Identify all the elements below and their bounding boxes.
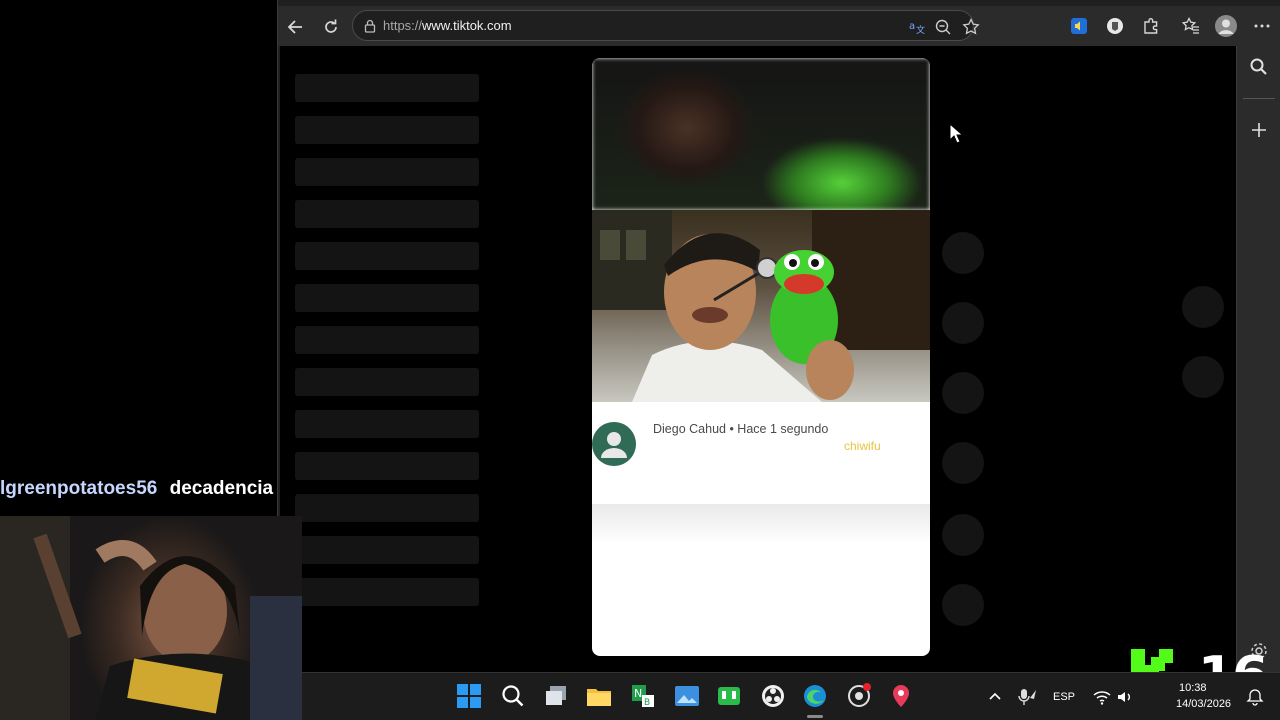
svg-text:N: N xyxy=(634,687,642,700)
maps-pin-icon[interactable] xyxy=(888,683,914,709)
url-text: https://www.tiktok.com xyxy=(383,18,512,33)
notebook-app-icon[interactable]: NB xyxy=(630,683,656,709)
chevron-up-icon[interactable] xyxy=(986,688,1004,706)
page-viewport: Diego Cahud • Hace 1 segundo chiwifu xyxy=(280,46,1236,672)
skeleton-row xyxy=(295,242,479,270)
skeleton-row xyxy=(295,284,479,312)
comment-author-line: Diego Cahud • Hace 1 segundo xyxy=(653,422,829,436)
lock-icon[interactable] xyxy=(362,18,378,34)
video-card[interactable]: Diego Cahud • Hace 1 segundo chiwifu xyxy=(592,58,930,656)
skeleton-row xyxy=(295,536,479,564)
webcam-feed xyxy=(0,516,302,720)
add-icon[interactable] xyxy=(1249,120,1269,140)
skeleton-row xyxy=(295,74,479,102)
action-button-placeholder[interactable] xyxy=(942,584,984,626)
video-blurred-frame xyxy=(592,58,930,210)
more-icon[interactable] xyxy=(1252,16,1272,36)
commenter-avatar-icon[interactable] xyxy=(592,422,636,466)
file-explorer-icon[interactable] xyxy=(586,683,612,709)
chat-text: decadencia xyxy=(169,478,274,499)
nav-button-placeholder[interactable] xyxy=(1182,356,1224,398)
action-button-placeholder[interactable] xyxy=(942,232,984,274)
skeleton-row xyxy=(295,494,479,522)
screen: https://www.tiktok.com a文 Diego Cahud • … xyxy=(0,0,1280,720)
wifi-icon[interactable] xyxy=(1092,687,1112,707)
skeleton-row xyxy=(295,116,479,144)
mouse-cursor-icon xyxy=(949,123,963,144)
skeleton-row xyxy=(295,578,479,606)
obs-icon[interactable] xyxy=(760,683,786,709)
favorites-icon[interactable] xyxy=(1181,16,1201,36)
recorder-icon[interactable] xyxy=(846,683,872,709)
address-bar[interactable]: https://www.tiktok.com a文 xyxy=(352,10,980,41)
edge-active-indicator xyxy=(807,715,823,718)
chat-username: lgreenpotatoes56 xyxy=(0,478,158,499)
back-icon[interactable] xyxy=(284,16,308,38)
action-button-placeholder[interactable] xyxy=(942,372,984,414)
nav-button-placeholder[interactable] xyxy=(1182,286,1224,328)
svg-text:a: a xyxy=(909,21,915,32)
extension-icon[interactable] xyxy=(1105,16,1125,36)
profile-icon[interactable] xyxy=(1215,15,1237,37)
favorite-star-icon[interactable] xyxy=(962,18,980,36)
skeleton-row xyxy=(295,326,479,354)
green-app-icon[interactable] xyxy=(716,683,742,709)
svg-text:文: 文 xyxy=(916,24,925,36)
action-button-placeholder[interactable] xyxy=(942,514,984,556)
browser-sidebar xyxy=(1236,46,1280,672)
language-indicator[interactable]: ESP xyxy=(1053,691,1075,703)
loading-fade xyxy=(592,504,930,544)
task-view-icon[interactable] xyxy=(544,683,570,709)
skeleton-row xyxy=(295,368,479,396)
zoom-out-icon[interactable] xyxy=(934,18,952,36)
stream-chat-message: lgreenpotatoes56 decadencia xyxy=(0,478,273,502)
search-icon[interactable] xyxy=(1249,57,1269,77)
skeleton-row xyxy=(295,410,479,438)
refresh-icon[interactable] xyxy=(319,16,343,38)
sidebar-divider xyxy=(1243,98,1275,99)
translate-icon[interactable]: a文 xyxy=(908,18,926,36)
windows-start-icon[interactable] xyxy=(456,683,482,709)
volume-icon[interactable] xyxy=(1115,687,1135,707)
puzzle-icon[interactable] xyxy=(1141,16,1161,36)
clock-time[interactable]: 10:38 xyxy=(1179,682,1207,694)
read-aloud-icon[interactable] xyxy=(1069,16,1089,36)
comment-text: chiwifu xyxy=(844,439,881,453)
action-button-placeholder[interactable] xyxy=(942,442,984,484)
comment-preview: Diego Cahud • Hace 1 segundo chiwifu xyxy=(592,402,930,504)
microphone-icon[interactable] xyxy=(1016,686,1038,708)
search-icon[interactable] xyxy=(500,683,526,709)
svg-text:B: B xyxy=(644,698,650,708)
windows-taskbar: NB ESP 10:38 14/03/2026 xyxy=(302,672,1280,720)
skeleton-row xyxy=(295,200,479,228)
browser-window: https://www.tiktok.com a文 Diego Cahud • … xyxy=(277,0,1280,672)
clock-date[interactable]: 14/03/2026 xyxy=(1176,698,1231,710)
photos-app-icon[interactable] xyxy=(674,683,700,709)
video-image xyxy=(592,210,930,402)
notification-bell-icon[interactable] xyxy=(1246,688,1264,706)
skeleton-row xyxy=(295,158,479,186)
browser-toolbar: https://www.tiktok.com a文 xyxy=(278,6,1280,46)
action-button-placeholder[interactable] xyxy=(942,302,984,344)
edge-icon[interactable] xyxy=(802,683,828,709)
skeleton-row xyxy=(295,452,479,480)
